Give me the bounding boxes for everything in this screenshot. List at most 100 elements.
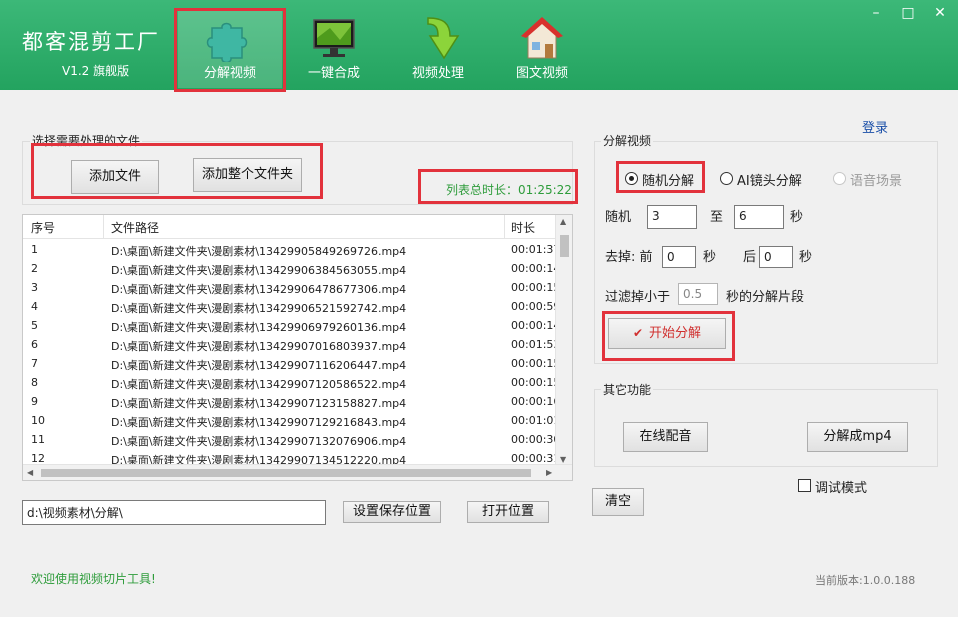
seconds-label: 秒 (790, 210, 804, 225)
row-path: D:\桌面\新建文件夹\漫剧素材\13429907016803937.mp4 (111, 340, 407, 353)
scroll-up-icon[interactable]: ▲ (560, 217, 566, 226)
online-dub-button[interactable]: 在线配音 (623, 422, 708, 452)
monitor-icon (313, 19, 355, 57)
puzzle-icon (206, 22, 248, 62)
close-button[interactable]: ✕ (928, 4, 952, 22)
trim-back-input[interactable]: 0 (759, 246, 793, 268)
table-row[interactable]: 11 D:\桌面\新建文件夹\漫剧素材\13429907132076906.mp4… (23, 430, 560, 449)
row-index: 10 (31, 414, 45, 427)
house-icon (520, 17, 564, 59)
row-duration: 00:00:14 (511, 319, 561, 332)
row-index: 4 (31, 300, 38, 313)
start-split-button[interactable]: ✔ 开始分解 (608, 318, 726, 349)
table-row[interactable]: 10 D:\桌面\新建文件夹\漫剧素材\13429907129216843.mp4… (23, 411, 560, 430)
row-duration: 00:01:53 (511, 338, 561, 351)
row-duration: 00:01:37 (511, 243, 561, 256)
set-save-location-button[interactable]: 设置保存位置 (343, 501, 441, 523)
random-to-input[interactable]: 6 (734, 205, 784, 229)
filter-suffix-label: 秒的分解片段 (726, 290, 805, 305)
nav-label: 一键合成 (307, 66, 360, 81)
debug-mode-label[interactable]: 调试模式 (815, 477, 867, 496)
row-index: 5 (31, 319, 38, 332)
maximize-button[interactable]: □ (896, 4, 920, 22)
row-path: D:\桌面\新建文件夹\漫剧素材\13429907132076906.mp4 (111, 435, 407, 448)
row-duration: 00:00:15 (511, 281, 561, 294)
table-row[interactable]: 2 D:\桌面\新建文件夹\漫剧素材\13429906384563055.mp4 0… (23, 259, 560, 278)
nav-video-process[interactable]: 视频处理 (386, 8, 490, 88)
scroll-down-icon[interactable]: ▼ (560, 455, 566, 464)
row-index: 1 (31, 243, 38, 256)
seconds-label: 秒 (799, 250, 813, 265)
radio-random-split[interactable] (625, 172, 638, 185)
nav-one-click-compose[interactable]: 一键合成 (282, 8, 386, 88)
table-row[interactable]: 1 D:\桌面\新建文件夹\漫剧素材\13429905849269726.mp4 0… (23, 240, 560, 259)
table-row[interactable]: 5 D:\桌面\新建文件夹\漫剧素材\13429906979260136.mp4 0… (23, 316, 560, 335)
row-index: 11 (31, 433, 45, 446)
table-row[interactable]: 9 D:\桌面\新建文件夹\漫剧素材\13429907123158827.mp4 0… (23, 392, 560, 411)
row-path: D:\桌面\新建文件夹\漫剧素材\13429907123158827.mp4 (111, 397, 407, 410)
horizontal-scrollbar[interactable]: ◀ ▶ (23, 464, 572, 480)
header-index[interactable]: 序号 (31, 219, 55, 236)
login-link[interactable]: 登录 (862, 117, 888, 136)
header-duration[interactable]: 时长 (511, 219, 535, 236)
table-row[interactable]: 8 D:\桌面\新建文件夹\漫剧素材\13429907120586522.mp4 0… (23, 373, 560, 392)
row-path: D:\桌面\新建文件夹\漫剧素材\13429906478677306.mp4 (111, 283, 407, 296)
row-path: D:\桌面\新建文件夹\漫剧素材\13429907129216843.mp4 (111, 416, 407, 429)
save-path-input[interactable]: d:\视频素材\分解\ (22, 500, 326, 525)
horizontal-scroll-thumb[interactable] (41, 469, 531, 477)
random-from-input[interactable]: 3 (647, 205, 697, 229)
row-path: D:\桌面\新建文件夹\漫剧素材\13429906979260136.mp4 (111, 321, 407, 334)
start-split-label: 开始分解 (649, 326, 702, 341)
row-duration: 00:00:14 (511, 262, 561, 275)
add-file-button[interactable]: 添加文件 (71, 160, 159, 194)
minimize-button[interactable]: – (864, 4, 888, 22)
app-title: 都客混剪工厂 (22, 30, 160, 54)
nav-label: 分解视频 (203, 66, 256, 81)
nav-image-text-video[interactable]: 图文视频 (490, 8, 594, 88)
table-row[interactable]: 7 D:\桌面\新建文件夹\漫剧素材\13429907116206447.mp4 0… (23, 354, 560, 373)
vertical-scroll-thumb[interactable] (560, 235, 569, 257)
table-row[interactable]: 3 D:\桌面\新建文件夹\漫剧素材\13429906478677306.mp4 0… (23, 278, 560, 297)
total-duration-value: 01:25:22 (518, 183, 572, 197)
radio-random-split-label[interactable]: 随机分解 (642, 170, 694, 189)
radio-ai-shot-split[interactable] (720, 172, 733, 185)
radio-voice-scene (833, 172, 846, 185)
nav-split-video[interactable]: 分解视频 (178, 8, 282, 88)
nav-label: 图文视频 (515, 66, 568, 81)
vertical-scrollbar[interactable]: ▲ ▼ (555, 215, 572, 466)
file-table[interactable]: 序号 文件路径 时长 1 D:\桌面\新建文件夹\漫剧素材\13429905849… (22, 214, 573, 481)
trim-front-input[interactable]: 0 (662, 246, 696, 268)
table-header: 序号 文件路径 时长 (23, 215, 556, 239)
split-mp4-button[interactable]: 分解成mp4 (807, 422, 908, 452)
down-arrow-icon (427, 17, 460, 60)
row-index: 9 (31, 395, 38, 408)
table-row[interactable]: 4 D:\桌面\新建文件夹\漫剧素材\13429906521592742.mp4 0… (23, 297, 560, 316)
to-label: 至 (710, 210, 724, 225)
split-group-title: 分解视频 (601, 132, 654, 149)
total-duration: 列表总时长：01:25:22 (446, 181, 572, 198)
random-label: 随机 (605, 210, 632, 225)
debug-mode-checkbox[interactable] (798, 479, 811, 492)
add-folder-button[interactable]: 添加整个文件夹 (193, 158, 302, 192)
row-duration: 00:00:16 (511, 395, 561, 408)
row-duration: 00:00:15 (511, 376, 561, 389)
table-row[interactable]: 6 D:\桌面\新建文件夹\漫剧素材\13429907016803937.mp4 0… (23, 335, 560, 354)
row-index: 3 (31, 281, 38, 294)
radio-ai-shot-split-label[interactable]: AI镜头分解 (737, 170, 802, 189)
open-location-button[interactable]: 打开位置 (467, 501, 549, 523)
row-duration: 00:00:59 (511, 300, 561, 313)
clear-button[interactable]: 清空 (592, 488, 644, 516)
filter-label: 过滤掉小于 (605, 290, 671, 305)
header-path[interactable]: 文件路径 (111, 219, 159, 236)
row-path: D:\桌面\新建文件夹\漫剧素材\13429906521592742.mp4 (111, 302, 407, 315)
check-icon: ✔ (632, 326, 644, 340)
row-index: 8 (31, 376, 38, 389)
column-separator (103, 215, 104, 239)
row-path: D:\桌面\新建文件夹\漫剧素材\13429907120586522.mp4 (111, 378, 407, 391)
filter-min-input[interactable]: 0.5 (678, 283, 718, 305)
scroll-right-icon[interactable]: ▶ (546, 468, 552, 477)
scroll-left-icon[interactable]: ◀ (27, 468, 33, 477)
app-version: V1.2 旗舰版 (62, 64, 130, 78)
row-duration: 00:00:15 (511, 357, 561, 370)
welcome-text: 欢迎使用视频切片工具! (31, 572, 156, 586)
